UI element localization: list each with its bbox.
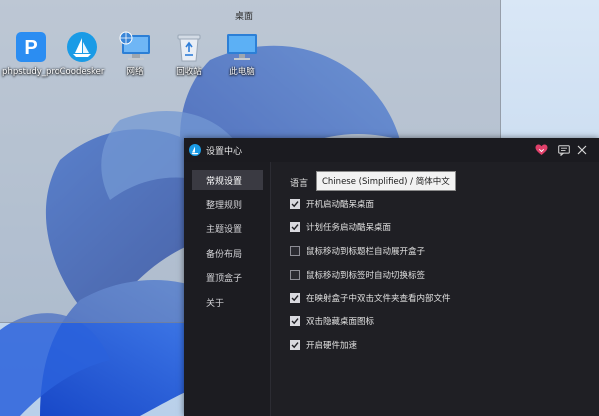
option-double-click-hide-icons[interactable]: 双击隐藏桌面图标 xyxy=(290,314,374,328)
checkbox-scheduled-task-start[interactable] xyxy=(290,222,300,232)
recycle-bin-icon xyxy=(172,30,206,64)
desktop-icon-network[interactable]: 网络 xyxy=(106,30,164,78)
sidebar-item-backup-layout[interactable]: 备份布局 xyxy=(192,243,263,263)
desktop-icon-label: Coodesker xyxy=(59,67,105,77)
desktop-icon-label: 网络 xyxy=(126,67,144,77)
language-label: 语言 xyxy=(290,179,309,189)
option-label: 双击隐藏桌面图标 xyxy=(306,317,375,327)
coodesker-icon xyxy=(65,30,99,64)
language-select[interactable]: Chinese (Simplified) / 简体中文 xyxy=(316,171,456,191)
sidebar-item-about[interactable]: 关于 xyxy=(192,292,263,312)
desktop-icon-label: 回收站 xyxy=(176,67,202,77)
checkbox-hover-title-expand[interactable] xyxy=(290,246,300,256)
option-hardware-acceleration[interactable]: 开启硬件加速 xyxy=(290,338,357,352)
option-label: 鼠标移动到标签时自动切换标签 xyxy=(306,271,426,281)
sidebar-item-theme[interactable]: 主题设置 xyxy=(192,218,263,238)
desktop-icon-phpstudy[interactable]: P phpstudy_pro xyxy=(2,30,60,78)
desktop-icon-recycle-bin[interactable]: 回收站 xyxy=(160,30,218,78)
desktop-label: 桌面 xyxy=(235,12,254,22)
language-select-value: Chinese (Simplified) / 简体中文 xyxy=(322,177,450,187)
option-label: 在映射盒子中双击文件夹查看内部文件 xyxy=(306,294,451,304)
checkbox-autostart[interactable] xyxy=(290,199,300,209)
checkbox-mapped-box-open-folder[interactable] xyxy=(290,293,300,303)
settings-content: 语言 Chinese (Simplified) / 简体中文 开机启动酷呆桌面 … xyxy=(271,162,599,416)
settings-window: 设置中心 常规设置 整理规则 主题设置 备份布局 置顶盒子 关于 语言 Chin… xyxy=(184,138,599,416)
option-label: 开机启动酷呆桌面 xyxy=(306,200,375,210)
svg-text:P: P xyxy=(24,37,37,59)
option-label: 鼠标移动到标题栏自动展开盒子 xyxy=(306,247,426,257)
window-title: 设置中心 xyxy=(206,146,243,157)
message-icon[interactable] xyxy=(557,143,571,157)
option-scheduled-task-start[interactable]: 计划任务启动酷呆桌面 xyxy=(290,220,391,234)
option-label: 计划任务启动酷呆桌面 xyxy=(306,223,392,233)
window-titlebar[interactable]: 设置中心 xyxy=(184,138,599,162)
sidebar-item-label: 备份布局 xyxy=(206,249,243,260)
phpstudy-icon: P xyxy=(14,30,48,64)
option-mapped-box-open-folder[interactable]: 在映射盒子中双击文件夹查看内部文件 xyxy=(290,291,451,305)
option-label: 开启硬件加速 xyxy=(306,341,358,351)
app-logo-icon xyxy=(189,144,201,156)
option-autostart[interactable]: 开机启动酷呆桌面 xyxy=(290,197,374,211)
sidebar-item-label: 关于 xyxy=(206,298,225,309)
sidebar-item-general[interactable]: 常规设置 xyxy=(192,170,263,190)
sidebar-item-label: 主题设置 xyxy=(206,224,243,235)
checkbox-double-click-hide-icons[interactable] xyxy=(290,316,300,326)
heart-icon[interactable] xyxy=(534,143,548,157)
option-hover-tab-switch[interactable]: 鼠标移动到标签时自动切换标签 xyxy=(290,268,425,282)
close-icon[interactable] xyxy=(575,143,589,157)
desktop-icon-this-pc[interactable]: 此电脑 xyxy=(213,30,271,78)
sidebar-item-label: 置顶盒子 xyxy=(206,273,243,284)
desktop-icon-label: 此电脑 xyxy=(229,67,255,77)
option-hover-title-expand[interactable]: 鼠标移动到标题栏自动展开盒子 xyxy=(290,244,425,258)
sidebar-item-label: 常规设置 xyxy=(206,176,243,187)
checkbox-hover-tab-switch[interactable] xyxy=(290,270,300,280)
sidebar-item-organize-rules[interactable]: 整理规则 xyxy=(192,194,263,214)
checkbox-hardware-acceleration[interactable] xyxy=(290,340,300,350)
computer-icon xyxy=(225,30,259,64)
network-icon xyxy=(118,30,152,64)
sidebar-item-pinned-box[interactable]: 置顶盒子 xyxy=(192,267,263,287)
desktop-screen: 桌面 P phpstudy_pro Coodesker 网络 回收站 此电脑 设… xyxy=(0,0,599,416)
desktop-icon-label: phpstudy_pro xyxy=(2,67,60,77)
desktop-icon-coodesker[interactable]: Coodesker xyxy=(53,30,111,78)
sidebar-item-label: 整理规则 xyxy=(206,200,243,211)
settings-sidebar: 常规设置 整理规则 主题设置 备份布局 置顶盒子 关于 xyxy=(184,162,271,416)
